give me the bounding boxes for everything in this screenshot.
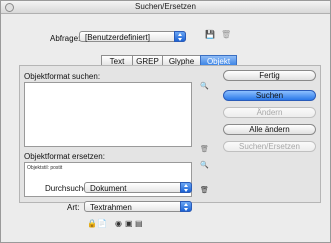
find-format-label: Objektformat suchen: — [24, 72, 101, 81]
include-locked-layers-icon[interactable]: 🔒 — [87, 219, 97, 228]
replace-format-label: Objektformat ersetzen: — [24, 152, 105, 161]
change-all-button[interactable]: Alle ändern — [223, 124, 316, 135]
search-in-value: Dokument — [90, 184, 127, 193]
find-change-dialog: Suchen/Ersetzen Abfrage: [Benutzerdefini… — [0, 0, 331, 243]
type-label: Art: — [67, 203, 80, 212]
search-in-select[interactable]: Dokument — [84, 182, 192, 193]
include-footnotes-icon[interactable]: ▤ — [135, 219, 143, 228]
specify-replace-format-icon[interactable]: 🔍 — [200, 162, 209, 170]
chevron-updown-icon — [180, 201, 192, 212]
done-button[interactable]: Fertig — [223, 70, 316, 81]
chevron-updown-icon — [174, 31, 186, 42]
find-button[interactable]: Suchen — [223, 90, 316, 101]
include-master-pages-icon[interactable]: ▣ — [125, 219, 133, 228]
change-find-button[interactable]: Suchen/Ersetzen — [223, 141, 316, 152]
type-value: Textrahmen — [90, 203, 132, 212]
include-locked-stories-icon[interactable]: 📄 — [97, 219, 107, 228]
clear-replace-format-icon[interactable]: 🗑 — [200, 187, 209, 195]
change-button[interactable]: Ändern — [223, 107, 316, 118]
title-bar: Suchen/Ersetzen — [1, 1, 330, 14]
query-select[interactable]: [Benutzerdefiniert] — [79, 31, 186, 42]
clear-find-format-icon[interactable]: 🗑 — [200, 146, 209, 154]
save-query-icon[interactable]: 💾 — [205, 30, 215, 39]
chevron-updown-icon — [180, 182, 192, 193]
query-label: Abfrage: — [50, 34, 81, 43]
include-hidden-layers-icon[interactable]: ◉ — [115, 219, 122, 228]
specify-find-format-icon[interactable]: 🔍 — [200, 83, 209, 91]
query-value: [Benutzerdefiniert] — [85, 33, 150, 42]
type-select[interactable]: Textrahmen — [84, 201, 192, 212]
delete-query-icon[interactable]: 🗑 — [221, 30, 231, 39]
find-format-field[interactable] — [24, 82, 192, 147]
window-title: Suchen/Ersetzen — [135, 2, 196, 11]
